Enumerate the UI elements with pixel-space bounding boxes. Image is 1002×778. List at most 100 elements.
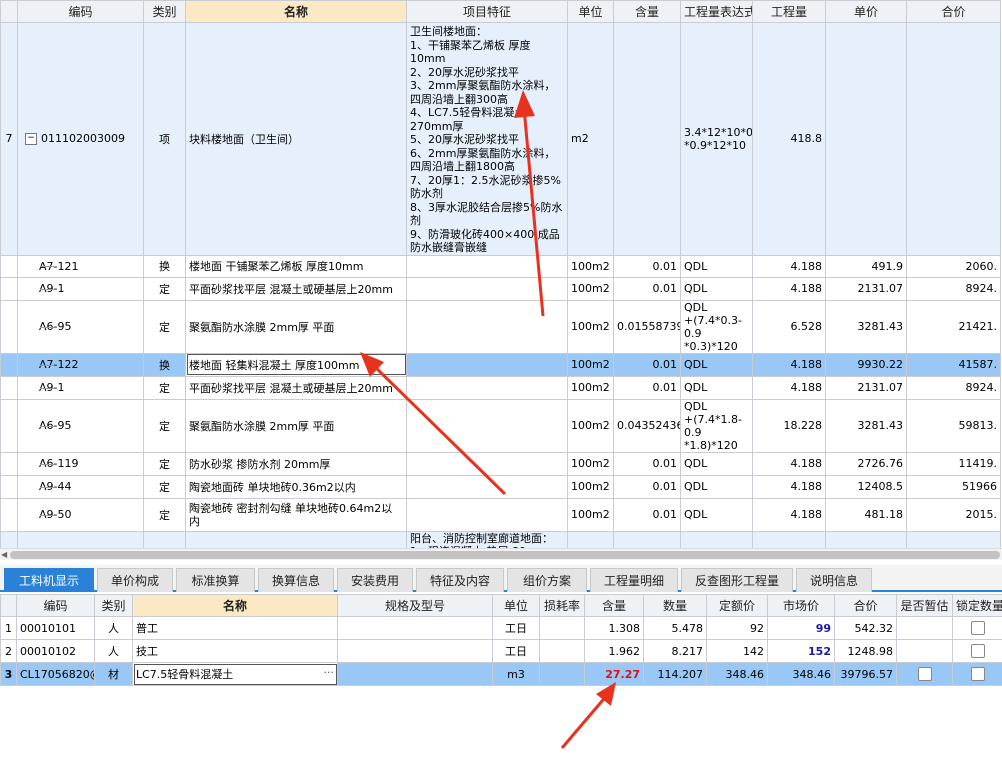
quota-expr[interactable]: QDL xyxy=(680,352,753,377)
quota-unit[interactable]: 100m2 xyxy=(567,451,614,476)
quota-content[interactable]: 0.01 xyxy=(613,276,681,301)
provisional-cell[interactable] xyxy=(896,662,953,686)
item-expr[interactable]: 3.4*12*10*0.1 *0.9*12*10 xyxy=(680,22,753,256)
material-qty[interactable]: 8.217 xyxy=(643,639,707,663)
quota-features[interactable] xyxy=(406,398,568,453)
quota-expr[interactable]: QDL xyxy=(680,451,753,476)
quota-qty[interactable]: 4.188 xyxy=(752,352,826,377)
quota-name[interactable]: 陶瓷地面砖 单块地砖0.36m2以内 xyxy=(185,474,407,499)
material-market-price[interactable]: 348.46 xyxy=(767,662,835,686)
quota-unit[interactable]: 100m2 xyxy=(567,352,614,377)
quota-qty[interactable]: 4.188 xyxy=(752,474,826,499)
tab-reverse-lookup[interactable]: 反查图形工程量 xyxy=(681,568,793,592)
quota-name[interactable]: 平面砂浆找平层 混凝土或硬基层上20mm xyxy=(185,375,407,400)
material-type[interactable]: 人 xyxy=(94,639,133,663)
quota-features[interactable] xyxy=(406,474,568,499)
header-total[interactable]: 合价 xyxy=(834,594,897,617)
header-content[interactable]: 含量 xyxy=(584,594,644,617)
quota-expr[interactable]: QDL xyxy=(680,276,753,301)
header-quota-price[interactable]: 定额价 xyxy=(706,594,768,617)
header-spec[interactable]: 规格及型号 xyxy=(337,594,493,617)
provisional-cell[interactable] xyxy=(896,639,953,663)
quota-code[interactable]: A6-95 xyxy=(17,299,144,354)
material-market-price[interactable]: 152 xyxy=(767,639,835,663)
item-price[interactable] xyxy=(825,22,907,256)
header-qty[interactable]: 数量 xyxy=(643,594,707,617)
quota-unit[interactable]: 100m2 xyxy=(567,398,614,453)
quota-content[interactable]: 0.01 xyxy=(613,451,681,476)
quota-row[interactable]: A9-1 定平面砂浆找平层 混凝土或硬基层上20mm 100m2 0.01 QDL 4.1… xyxy=(0,276,1001,301)
quota-code[interactable]: A9-44 xyxy=(17,474,144,499)
quota-qty[interactable]: 4.188 xyxy=(752,451,826,476)
header-code[interactable]: 编码 xyxy=(16,594,95,617)
tab-unit-price[interactable]: 单价构成 xyxy=(97,568,173,592)
quota-features[interactable] xyxy=(406,299,568,354)
material-qty[interactable]: 5.478 xyxy=(643,616,707,640)
material-loss[interactable] xyxy=(539,662,585,686)
quota-code[interactable]: A7-122 xyxy=(17,352,144,377)
tab-install-fee[interactable]: 安装费用 xyxy=(337,568,413,592)
lock-qty-checkbox[interactable] xyxy=(970,667,985,681)
quota-type[interactable]: 定 xyxy=(143,276,186,301)
item-name[interactable] xyxy=(185,530,407,548)
provisional-cell[interactable] xyxy=(896,616,953,640)
quota-features[interactable] xyxy=(406,497,568,532)
item-type[interactable]: 项 xyxy=(143,22,186,256)
quota-content[interactable]: 0.01 xyxy=(613,352,681,377)
quota-qty[interactable]: 4.188 xyxy=(752,497,826,532)
quota-name[interactable]: 楼地面 干铺聚苯乙烯板 厚度10mm xyxy=(185,254,407,278)
header-lock-qty[interactable]: 锁定数量 xyxy=(952,594,1002,617)
bill-item-row[interactable]: 阳台、消防控制室廊道地面： 1、现浇混凝土 垫层 80mm xyxy=(0,530,1001,548)
material-content[interactable]: 27.27 xyxy=(584,662,644,686)
quota-unit[interactable]: 100m2 xyxy=(567,375,614,400)
quota-code[interactable]: A9-50 xyxy=(17,497,144,532)
material-market-price[interactable]: 99 xyxy=(767,616,835,640)
header-content[interactable]: 含量 xyxy=(613,0,681,23)
quota-name[interactable]: 陶瓷地砖 密封剂勾缝 单块地砖0.64m2以内 xyxy=(185,497,407,532)
quota-name[interactable]: 平面砂浆找平层 混凝土或硬基层上20mm xyxy=(185,276,407,301)
header-unit[interactable]: 单位 xyxy=(492,594,540,617)
header-price[interactable]: 单价 xyxy=(825,0,907,23)
item-content[interactable] xyxy=(613,22,681,256)
bill-item-row[interactable]: 7 −011102003009 项 块料楼地面（卫生间） 卫生间楼地面： 1、干… xyxy=(0,22,1001,256)
quota-expr[interactable]: QDL xyxy=(680,497,753,532)
quota-qty[interactable]: 6.528 xyxy=(752,299,826,354)
quota-code[interactable]: A7-121 xyxy=(17,254,144,278)
header-name[interactable]: 名称 xyxy=(185,0,407,23)
material-name[interactable]: 普工 xyxy=(132,616,338,640)
header-code[interactable]: 编码 xyxy=(17,0,144,23)
quota-unit[interactable]: 100m2 xyxy=(567,474,614,499)
item-features[interactable]: 卫生间楼地面： 1、干铺聚苯乙烯板 厚度10mm 2、20厚水泥砂浆找平 3、2… xyxy=(406,22,568,256)
quota-type[interactable]: 定 xyxy=(143,474,186,499)
quota-row[interactable]: A9-50 定陶瓷地砖 密封剂勾缝 单块地砖0.64m2以内 100m2 0.01 QD… xyxy=(0,497,1001,532)
lock-qty-cell[interactable] xyxy=(952,639,1002,663)
quota-row[interactable]: A6-119 定防水砂浆 掺防水剂 20mm厚 100m2 0.01 QDL 4.188 2… xyxy=(0,451,1001,476)
quota-features[interactable] xyxy=(406,254,568,278)
quota-code[interactable]: A9-1 xyxy=(17,276,144,301)
quota-features[interactable] xyxy=(406,451,568,476)
tab-conversion-info[interactable]: 换算信息 xyxy=(258,568,334,592)
header-name[interactable]: 名称 xyxy=(132,594,338,617)
quota-content[interactable]: 0.01 xyxy=(613,254,681,278)
scrollbar-thumb[interactable] xyxy=(10,551,1000,559)
header-market-price[interactable]: 市场价 xyxy=(767,594,835,617)
tab-quantity-detail[interactable]: 工程量明细 xyxy=(590,568,678,592)
quota-unit[interactable]: 100m2 xyxy=(567,254,614,278)
quota-expr[interactable]: QDL xyxy=(680,254,753,278)
quota-unit[interactable]: 100m2 xyxy=(567,299,614,354)
material-row-selected[interactable]: 3 CL17056820@1 材 LC7.5轻骨料混凝土 ··· m3 27.27… xyxy=(0,662,1002,686)
quota-expr[interactable]: QDL xyxy=(680,375,753,400)
lock-qty-checkbox[interactable] xyxy=(970,621,985,635)
quota-features[interactable] xyxy=(406,375,568,400)
material-unit[interactable]: 工日 xyxy=(492,639,540,663)
header-qty[interactable]: 工程量 xyxy=(752,0,826,23)
quota-content[interactable]: 0.01 xyxy=(613,497,681,532)
item-total[interactable] xyxy=(906,22,1001,256)
quota-qty[interactable]: 4.188 xyxy=(752,254,826,278)
tab-pricing-scheme[interactable]: 组价方案 xyxy=(507,568,587,592)
quota-row-selected[interactable]: A7-122 换楼地面 轻集料混凝土 厚度100mm 100m2 0.01 QDL 4.1… xyxy=(0,352,1001,377)
material-name[interactable]: 技工 xyxy=(132,639,338,663)
quota-unit[interactable]: 100m2 xyxy=(567,276,614,301)
horizontal-scrollbar[interactable]: ◀ xyxy=(0,548,1002,560)
material-code[interactable]: CL17056820@1 xyxy=(16,662,95,686)
